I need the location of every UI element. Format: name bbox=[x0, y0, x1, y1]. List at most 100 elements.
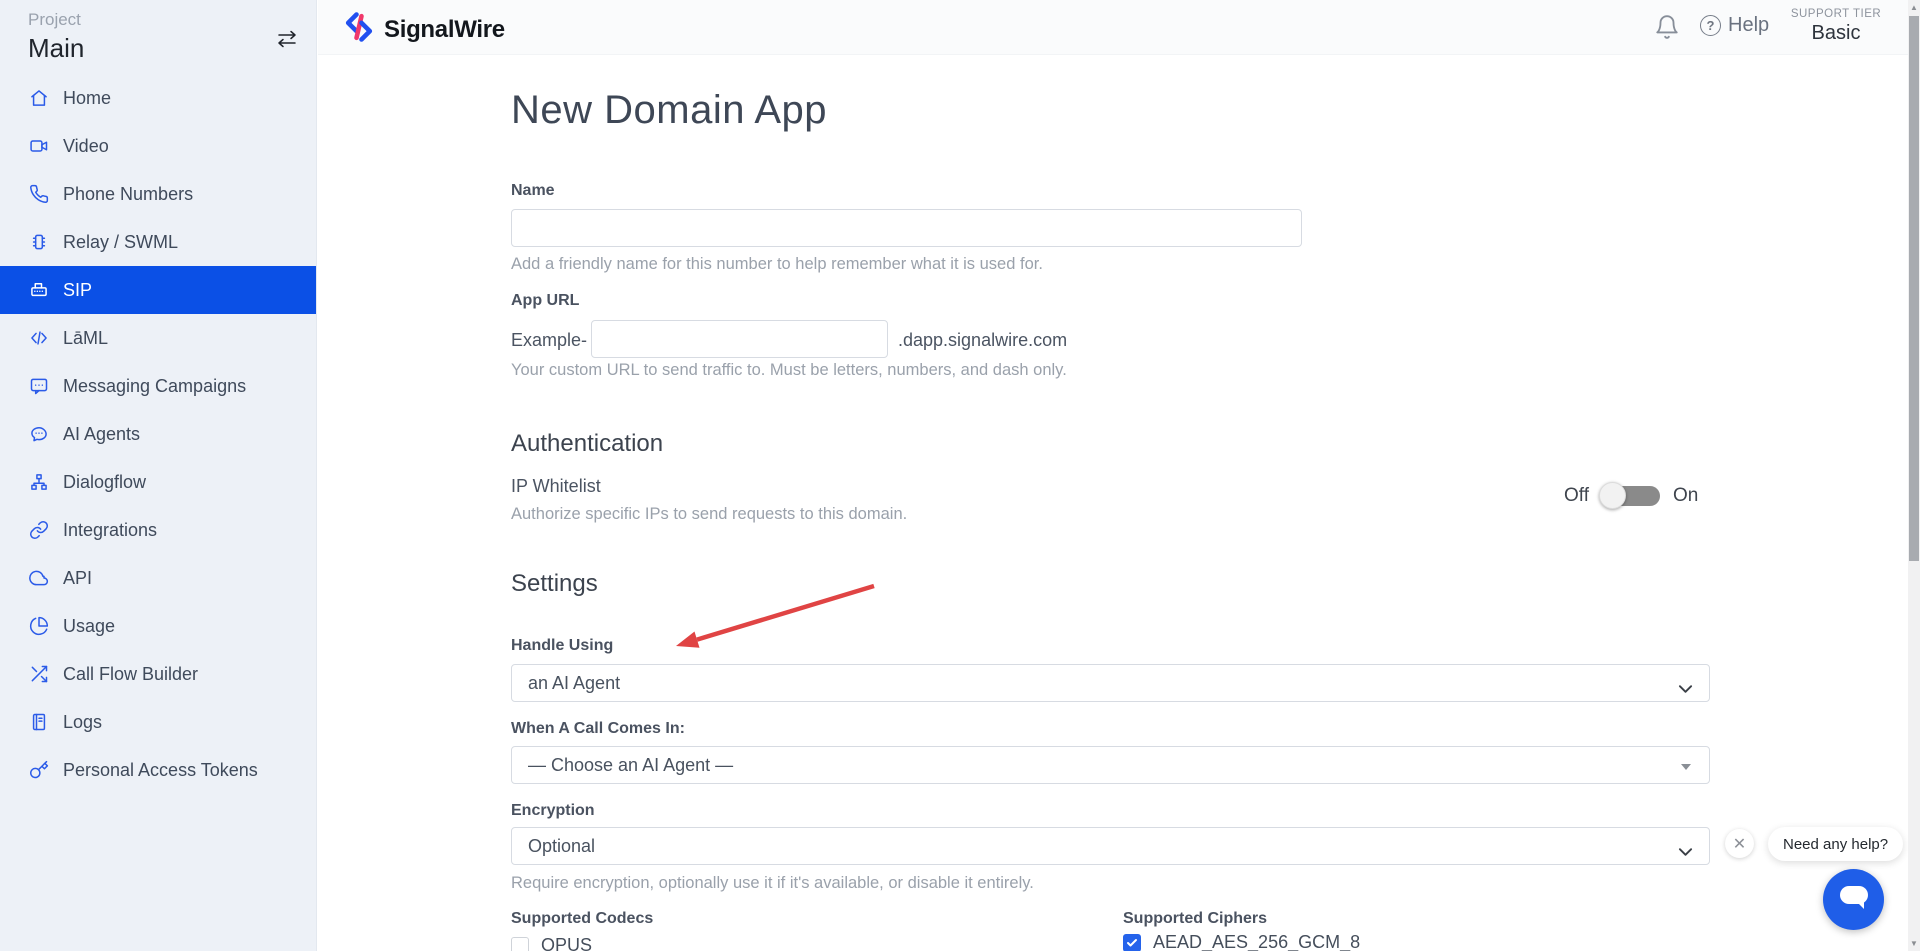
encryption-value: Optional bbox=[528, 836, 595, 857]
chat-icon bbox=[28, 423, 50, 445]
sidebar-item-logs[interactable]: Logs bbox=[0, 698, 316, 746]
name-helper: Add a friendly name for this number to h… bbox=[511, 255, 1043, 274]
when-call-comes-in-value: — Choose an AI Agent — bbox=[528, 755, 733, 776]
supported-codecs-label: Supported Codecs bbox=[511, 910, 653, 928]
chat-tooltip[interactable]: Need any help? bbox=[1768, 827, 1903, 861]
main-content: New Domain App Name Add a friendly name … bbox=[318, 55, 1908, 951]
help-label: Help bbox=[1728, 14, 1769, 37]
when-call-comes-in-label: When A Call Comes In: bbox=[511, 720, 685, 738]
sidebar-item-video[interactable]: Video bbox=[0, 122, 316, 170]
support-tier-label: SUPPORT TIER bbox=[1780, 8, 1892, 20]
video-icon bbox=[28, 135, 50, 157]
chip-icon bbox=[28, 231, 50, 253]
phone-icon bbox=[28, 183, 50, 205]
sidebar-item-usage[interactable]: Usage bbox=[0, 602, 316, 650]
app-url-label: App URL bbox=[511, 292, 579, 310]
sidebar-item-label: Messaging Campaigns bbox=[63, 376, 246, 397]
codec-option-label: OPUS bbox=[541, 935, 592, 951]
handle-using-value: an AI Agent bbox=[528, 673, 620, 694]
sidebar-item-sip[interactable]: SIP bbox=[0, 266, 316, 314]
sidebar-item-label: AI Agents bbox=[63, 424, 140, 445]
cloud-icon bbox=[28, 567, 50, 589]
ip-whitelist-label: IP Whitelist bbox=[511, 476, 601, 497]
toggle-knob[interactable] bbox=[1599, 482, 1626, 509]
app-url-helper: Your custom URL to send traffic to. Must… bbox=[511, 361, 1067, 380]
name-input[interactable] bbox=[511, 209, 1302, 247]
sidebar-item-ai-agents[interactable]: AI Agents bbox=[0, 410, 316, 458]
app-url-suffix: .dapp.signalwire.com bbox=[898, 330, 1067, 351]
topbar: SignalWire ? Help SUPPORT TIER Basic bbox=[318, 0, 1908, 55]
brand-logo[interactable]: SignalWire bbox=[344, 11, 505, 48]
notifications-bell-icon[interactable] bbox=[1654, 14, 1680, 40]
sidebar-nav: Home Video Phone Numbers Relay / SWML SIP LāM… bbox=[0, 74, 316, 794]
swap-arrows-icon[interactable] bbox=[276, 30, 298, 48]
sidebar: Project Main Home Video Phone Numbers Relay… bbox=[0, 0, 317, 951]
support-tier: SUPPORT TIER Basic bbox=[1780, 8, 1892, 45]
name-label: Name bbox=[511, 182, 555, 200]
encryption-select[interactable]: Optional bbox=[511, 827, 1710, 865]
handle-using-select[interactable]: an AI Agent bbox=[511, 664, 1710, 702]
toggle-on-label: On bbox=[1673, 485, 1698, 507]
chat-launcher-button[interactable] bbox=[1823, 869, 1884, 930]
cipher-option-label: AEAD_AES_256_GCM_8 bbox=[1153, 932, 1360, 951]
book-icon bbox=[28, 711, 50, 733]
app-url-input[interactable] bbox=[591, 320, 888, 358]
ip-whitelist-toggle[interactable] bbox=[1602, 486, 1660, 506]
sidebar-item-label: Video bbox=[63, 136, 109, 157]
app-url-prefix: Example- bbox=[511, 330, 587, 351]
when-call-comes-in-select[interactable]: — Choose an AI Agent — bbox=[511, 746, 1710, 784]
sidebar-item-call-flow-builder[interactable]: Call Flow Builder bbox=[0, 650, 316, 698]
page-title: New Domain App bbox=[511, 88, 827, 133]
toggle-off-label: Off bbox=[1564, 485, 1589, 507]
sidebar-item-label: Phone Numbers bbox=[63, 184, 193, 205]
sidebar-item-relay-swml[interactable]: Relay / SWML bbox=[0, 218, 316, 266]
sidebar-item-label: API bbox=[63, 568, 92, 589]
sidebar-item-label: Personal Access Tokens bbox=[63, 760, 258, 781]
scrollbar[interactable]: ▲ ▼ bbox=[1908, 0, 1920, 951]
sidebar-item-label: Integrations bbox=[63, 520, 157, 541]
opus-checkbox[interactable] bbox=[511, 937, 529, 951]
help-icon: ? bbox=[1700, 15, 1721, 36]
aead-checkbox[interactable] bbox=[1123, 934, 1141, 951]
project-switcher: Project Main bbox=[0, 0, 316, 68]
sidebar-item-dialogflow[interactable]: Dialogflow bbox=[0, 458, 316, 506]
key-icon bbox=[28, 759, 50, 781]
sidebar-item-integrations[interactable]: Integrations bbox=[0, 506, 316, 554]
encryption-label: Encryption bbox=[511, 802, 595, 820]
home-icon bbox=[28, 87, 50, 109]
brand-name: SignalWire bbox=[384, 16, 505, 44]
scroll-up-icon[interactable]: ▲ bbox=[1908, 3, 1920, 12]
chat-dismiss-button[interactable]: ✕ bbox=[1725, 829, 1754, 858]
sidebar-item-label: Logs bbox=[63, 712, 102, 733]
cipher-option-row: AEAD_AES_256_GCM_8 bbox=[1123, 932, 1360, 951]
encryption-helper: Require encryption, optionally use it if… bbox=[511, 874, 1034, 893]
sidebar-item-label: Dialogflow bbox=[63, 472, 146, 493]
chevron-down-icon bbox=[1678, 841, 1693, 862]
chat-bubble-icon bbox=[1838, 882, 1870, 917]
sidebar-item-label: SIP bbox=[63, 280, 92, 301]
sidebar-item-personal-access-tokens[interactable]: Personal Access Tokens bbox=[0, 746, 316, 794]
project-label: Project bbox=[28, 10, 316, 30]
sidebar-item-label: LāML bbox=[63, 328, 108, 349]
sidebar-item-messaging-campaigns[interactable]: Messaging Campaigns bbox=[0, 362, 316, 410]
sidebar-item-api[interactable]: API bbox=[0, 554, 316, 602]
fax-icon bbox=[28, 279, 50, 301]
handle-using-label: Handle Using bbox=[511, 637, 613, 655]
support-tier-value: Basic bbox=[1780, 22, 1892, 45]
scroll-down-icon[interactable]: ▼ bbox=[1908, 939, 1920, 948]
sidebar-item-phone-numbers[interactable]: Phone Numbers bbox=[0, 170, 316, 218]
authentication-heading: Authentication bbox=[511, 430, 663, 458]
project-name: Main bbox=[28, 33, 316, 64]
message-icon bbox=[28, 375, 50, 397]
ip-whitelist-toggle-row: Off On bbox=[1564, 485, 1698, 507]
ip-whitelist-helper: Authorize specific IPs to send requests … bbox=[511, 505, 907, 524]
sidebar-item-laml[interactable]: LāML bbox=[0, 314, 316, 362]
shuffle-icon bbox=[28, 663, 50, 685]
help-button[interactable]: ? Help bbox=[1700, 14, 1769, 37]
settings-heading: Settings bbox=[511, 570, 598, 598]
sidebar-item-home[interactable]: Home bbox=[0, 74, 316, 122]
signalwire-logo-icon bbox=[344, 11, 374, 48]
app-root: Project Main Home Video Phone Numbers Relay… bbox=[0, 0, 1920, 951]
sidebar-item-label: Home bbox=[63, 88, 111, 109]
scrollbar-thumb[interactable] bbox=[1909, 16, 1919, 561]
